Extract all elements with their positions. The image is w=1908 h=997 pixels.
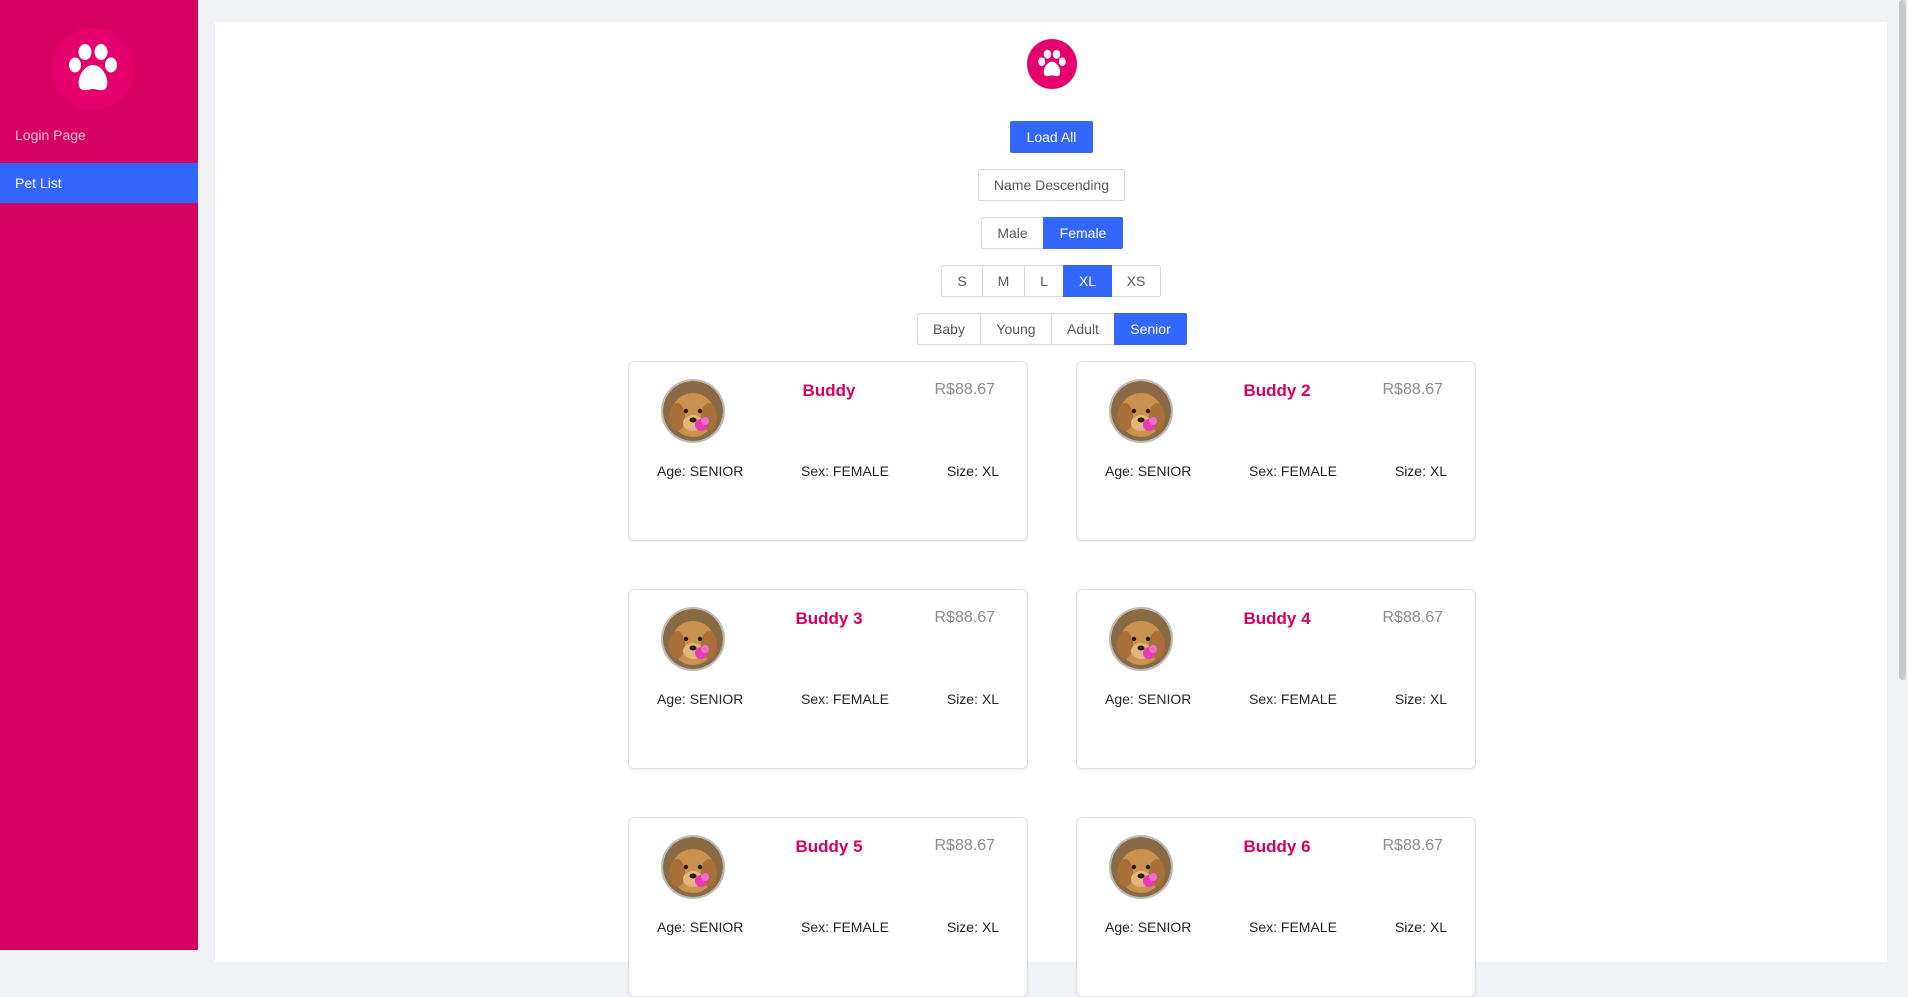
pet-size: Size: XL [1394, 463, 1447, 479]
sex-option-female[interactable]: Female [1043, 217, 1123, 249]
pet-price: R$88.67 [1382, 837, 1444, 854]
pet-name: Buddy 4 [1243, 609, 1311, 628]
pet-size: Size: XL [946, 691, 999, 707]
pet-sex: Sex: FEMALE [1249, 691, 1337, 707]
pet-age: Age: SENIOR [657, 919, 744, 935]
pet-name: Buddy 6 [1243, 837, 1311, 856]
pet-age: Age: SENIOR [657, 463, 744, 479]
pet-avatar [1109, 607, 1173, 671]
pet-sex: Sex: FEMALE [801, 463, 889, 479]
pet-size: Size: XL [1394, 919, 1447, 935]
pet-age: Age: SENIOR [1105, 691, 1192, 707]
scrollbar[interactable] [1897, 0, 1908, 950]
pet-card[interactable]: Buddy 6 R$88.67 Age: SENIOR Sex: FEMALE Size… [1076, 817, 1476, 997]
pet-avatar [661, 607, 725, 671]
scrollbar-thumb[interactable] [1899, 0, 1906, 680]
pet-price: R$88.67 [934, 837, 996, 854]
size-option-m[interactable]: M [982, 265, 1025, 297]
dog-photo [1111, 837, 1171, 897]
pet-card[interactable]: Buddy 3 R$88.67 Age: SENIOR Sex: FEMALE Size… [628, 589, 1028, 769]
dog-photo [663, 381, 723, 441]
size-option-l[interactable]: L [1024, 265, 1064, 297]
size-option-xs[interactable]: XS [1111, 265, 1161, 297]
pet-size: Size: XL [946, 463, 999, 479]
pet-age: Age: SENIOR [657, 691, 744, 707]
pet-card[interactable]: Buddy 5 R$88.67 Age: SENIOR Sex: FEMALE Size… [628, 817, 1028, 997]
load-all-button[interactable]: Load All [1010, 121, 1093, 153]
size-filter: S M L XL XS [941, 265, 1161, 297]
pet-avatar [661, 379, 725, 443]
sex-option-male[interactable]: Male [981, 217, 1044, 249]
main-content [215, 22, 1887, 962]
pet-card[interactable]: Buddy 2 R$88.67 Age: SENIOR Sex: FEMALE Size… [1076, 361, 1476, 541]
age-option-baby[interactable]: Baby [917, 313, 981, 345]
pet-price: R$88.67 [934, 381, 996, 398]
pet-price: R$88.67 [1382, 381, 1444, 398]
size-option-s[interactable]: S [941, 265, 983, 297]
pet-age: Age: SENIOR [1105, 919, 1192, 935]
pet-price: R$88.67 [1382, 609, 1444, 626]
pet-sex: Sex: FEMALE [801, 691, 889, 707]
pet-card[interactable]: Buddy R$88.67 Age: SENIOR Sex: FEMALE Size: … [628, 361, 1028, 541]
pet-avatar [661, 835, 725, 899]
pet-avatar [1109, 835, 1173, 899]
pet-size: Size: XL [946, 919, 999, 935]
login-page-link[interactable]: Login Page [15, 127, 86, 143]
header-logo [1027, 39, 1077, 89]
sidebar: Login Page Pet List [0, 0, 198, 950]
age-option-adult[interactable]: Adult [1051, 313, 1115, 345]
dog-photo [1111, 609, 1171, 669]
pet-price: R$88.67 [934, 609, 996, 626]
pet-sex: Sex: FEMALE [1249, 919, 1337, 935]
sex-filter: Male Female [981, 217, 1123, 249]
pet-sex: Sex: FEMALE [1249, 463, 1337, 479]
paw-icon [69, 44, 117, 91]
pet-name: Buddy 3 [795, 609, 863, 628]
age-option-senior[interactable]: Senior [1114, 313, 1187, 345]
dog-photo [663, 609, 723, 669]
sidebar-item-pet-list[interactable]: Pet List [0, 163, 198, 203]
pet-name: Buddy 5 [795, 837, 863, 856]
dog-photo [663, 837, 723, 897]
pet-name: Buddy [802, 381, 856, 400]
dog-photo [1111, 381, 1171, 441]
pet-avatar [1109, 379, 1173, 443]
pet-name: Buddy 2 [1243, 381, 1311, 400]
pet-age: Age: SENIOR [1105, 463, 1192, 479]
sidebar-logo [52, 28, 134, 110]
paw-icon [1038, 49, 1066, 77]
age-option-young[interactable]: Young [980, 313, 1052, 345]
pet-size: Size: XL [1394, 691, 1447, 707]
sort-name-descending-button[interactable]: Name Descending [978, 169, 1125, 201]
age-filter: Baby Young Adult Senior [917, 313, 1187, 345]
pet-card[interactable]: Buddy 4 R$88.67 Age: SENIOR Sex: FEMALE Size… [1076, 589, 1476, 769]
size-option-xl[interactable]: XL [1063, 265, 1112, 297]
pet-sex: Sex: FEMALE [801, 919, 889, 935]
